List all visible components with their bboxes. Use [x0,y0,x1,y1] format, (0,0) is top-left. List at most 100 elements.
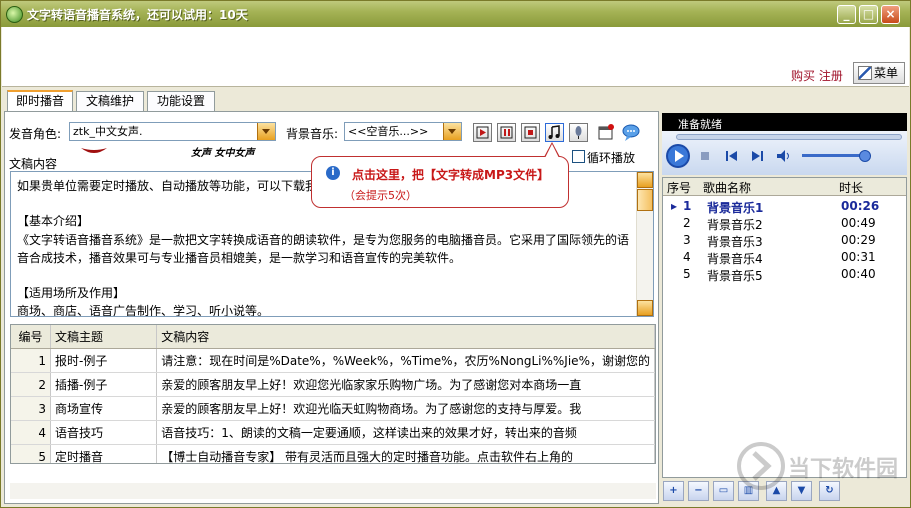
list-item[interactable]: 5 背景音乐5 00:40 [663,266,906,283]
col-header-content[interactable]: 文稿内容 [156,325,655,349]
table-hscrollbar[interactable] [10,483,656,499]
loop-label: 循环播放 [587,151,636,165]
info-icon: i [326,166,340,180]
scroll-thumb[interactable] [637,189,653,211]
content-label: 文稿内容 [9,157,58,171]
playlist-header: 序号 歌曲名称 时长 [663,178,906,196]
scroll-up-button[interactable] [637,172,653,188]
playlist-header-no[interactable]: 序号 [667,179,691,196]
content-line: 《文字转语音播音系统》是一款把文字转换成语音的朗读软件，是专为您服务的电脑播音员… [17,233,630,247]
voice-signature: 女声 女中女声 [191,148,255,159]
list-item[interactable]: 2 背景音乐2 00:49 [663,215,906,232]
mouth-icon [81,148,107,153]
record-button[interactable] [569,123,588,142]
top-banner [2,27,909,87]
row-content: 【博士自动播音专家】 带有灵活而且强大的定时播音功能。点击软件右上角的 [156,444,655,463]
play-icon [476,126,489,139]
watermark: 当下软件园 [736,439,906,499]
bgm-select[interactable]: <<空音乐...>> [344,122,462,141]
microphone-icon [575,126,582,139]
schedule-button[interactable] [597,123,616,142]
chevron-down-icon[interactable] [257,123,275,140]
bgm-label: 背景音乐: [286,127,339,141]
play-button[interactable] [473,123,492,142]
table-row[interactable]: 3 商场宣传 亲爱的顾客朋友早上好！欢迎光临天虹购物商场。为了感谢您的支持与厚爱… [11,396,655,421]
playlist-name: 背景音乐5 [707,269,763,283]
table-row[interactable]: 4 语音技巧 语音技巧：1、朗读的文稿一定要通顺，这样读出来的效果才好，转出来的… [11,420,655,445]
table-row[interactable]: 1 报时-例子 请注意：现在时间是%Date%，%Week%，%Time%，农历… [11,348,655,373]
minimize-button[interactable]: _ [837,5,856,24]
playlist-no: 2 [683,216,691,230]
tab-instant-broadcast[interactable]: 即时播音 [7,90,73,112]
row-topic: 商场宣传 [50,396,158,421]
convert-mp3-button[interactable] [545,123,564,142]
chat-button[interactable] [621,123,640,142]
content-scrollbar[interactable] [636,172,653,316]
voice-select-value: ztk_中文女声. [73,125,143,138]
convert-tooltip: i 点击这里，把【文字转成MP3文件】 （会提示5次） [311,142,569,208]
list-item[interactable]: 3 背景音乐3 00:29 [663,232,906,249]
playlist-no: 5 [683,267,691,281]
player-controls [662,131,907,175]
previous-icon[interactable] [725,150,739,162]
pause-button[interactable] [497,123,516,142]
voice-select[interactable]: ztk_中文女声. [69,122,276,141]
loop-checkbox[interactable] [572,150,585,163]
media-player: 准备就绪 [662,113,907,175]
add-song-button[interactable]: + [663,481,684,501]
tab-settings[interactable]: 功能设置 [147,91,215,111]
stop-button[interactable] [521,123,540,142]
scroll-down-button[interactable] [637,300,653,316]
tooltip-line2: （会提示5次） [344,189,417,202]
menu-icon [858,66,872,80]
list-item[interactable]: 4 背景音乐4 00:31 [663,249,906,266]
folder-icon: ▭ [718,485,729,496]
watermark-logo-icon [737,442,785,490]
playlist-name: 背景音乐3 [707,235,763,249]
row-topic: 插播-例子 [50,372,158,397]
tab-manuscript-maintenance[interactable]: 文稿维护 [76,91,144,111]
watermark-text: 当下软件园 [788,457,899,482]
remove-icon: − [694,485,703,496]
row-content: 请注意：现在时间是%Date%，%Week%，%Time%，农历%NongLi%… [156,348,655,373]
bgm-select-value: <<空音乐...>> [348,125,429,138]
playlist-header-duration[interactable]: 时长 [839,179,863,196]
table-row[interactable]: 2 插播-例子 亲爱的顾客朋友早上好！欢迎您光临家家乐购物广场。为了感谢您对本商… [11,372,655,397]
row-content: 亲爱的顾客朋友早上好！欢迎光临天虹购物商场。为了感谢您的支持与厚爱。我 [156,396,655,421]
playlist-name: 背景音乐1 [707,201,764,215]
playlist-no: 3 [683,233,691,247]
playlist-name: 背景音乐4 [707,252,763,266]
playlist-duration: 00:31 [841,250,876,264]
row-topic: 语音技巧 [50,420,158,445]
title-bar: 文字转语音播音系统，还可以试用：10天 _ □ × [1,1,910,27]
seek-bar[interactable] [676,134,902,140]
next-icon[interactable] [750,150,764,162]
row-number: 1 [11,348,52,373]
list-item[interactable]: ▸ 1 背景音乐1 00:26 [663,198,906,215]
row-content: 亲爱的顾客朋友早上好！欢迎您光临家家乐购物广场。为了感谢您对本商场一直 [156,372,655,397]
add-folder-button[interactable]: ▭ [713,481,734,501]
close-button[interactable]: × [881,5,900,24]
col-header-topic[interactable]: 文稿主题 [50,325,158,349]
content-line: 音合成技术，播音效果可与专业播音员相媲美，是一款学习和语音宣传的完美软件。 [17,251,462,265]
tooltip-pointer-inner [545,144,559,158]
playlist-name: 背景音乐2 [707,218,763,232]
volume-slider[interactable] [802,154,866,157]
content-line: 【基本介绍】 [17,214,90,228]
buy-register-link[interactable]: 购买 注册 [791,67,843,84]
remove-song-button[interactable]: − [688,481,709,501]
stop-icon[interactable] [700,151,710,161]
tooltip-line1: 点击这里，把【文字转成MP3文件】 [352,168,550,182]
playlist-header-name[interactable]: 歌曲名称 [703,179,751,196]
volume-icon[interactable] [776,149,792,163]
row-number: 5 [11,444,52,463]
chevron-down-icon[interactable] [443,123,461,140]
table-row[interactable]: 5 定时播音 【博士自动播音专家】 带有灵活而且强大的定时播音功能。点击软件右上… [11,444,655,463]
menu-button[interactable]: 菜单 [853,62,905,84]
volume-thumb[interactable] [859,150,871,162]
maximize-button[interactable]: □ [859,5,878,24]
calendar-icon [598,124,614,140]
play-icon[interactable] [665,143,691,169]
row-topic: 报时-例子 [50,348,158,373]
col-header-no[interactable]: 编号 [11,325,52,349]
